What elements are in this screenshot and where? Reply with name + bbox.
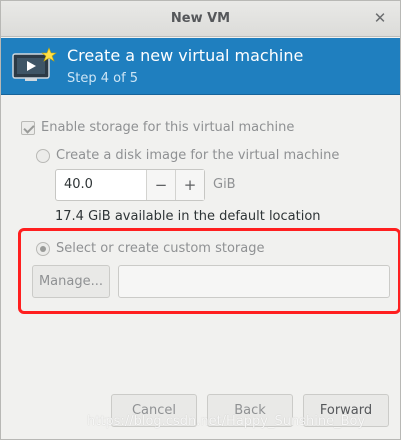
unit-label: GiB <box>213 177 236 192</box>
storage-path-input[interactable] <box>118 265 390 298</box>
vm-monitor-icon <box>12 47 57 81</box>
enable-storage-label: Enable storage for this virtual machine <box>41 120 295 135</box>
available-space-text: 17.4 GiB available in the default locati… <box>55 209 321 224</box>
cancel-button[interactable]: Cancel <box>111 394 197 427</box>
back-button[interactable]: Back <box>207 394 293 427</box>
close-icon[interactable]: ✕ <box>372 10 388 26</box>
titlebar: New VM ✕ <box>1 1 400 37</box>
custom-storage-row[interactable]: Select or create custom storage <box>36 241 264 256</box>
decrement-button[interactable]: − <box>146 170 175 200</box>
enable-storage-checkbox[interactable] <box>21 120 35 135</box>
wizard-header: Create a new virtual machine Step 4 of 5 <box>1 38 400 95</box>
header-title: Create a new virtual machine <box>67 46 304 65</box>
manage-button[interactable]: Manage... <box>32 265 110 298</box>
disk-size-input[interactable]: 40.0 <box>56 170 146 200</box>
custom-storage-label: Select or create custom storage <box>56 241 265 256</box>
enable-storage-row[interactable]: Enable storage for this virtual machine <box>21 120 294 135</box>
increment-button[interactable]: + <box>175 170 204 200</box>
window-title: New VM <box>170 11 231 26</box>
disk-image-radio[interactable] <box>36 148 50 163</box>
new-vm-dialog: New VM ✕ Create a new virtual machine St… <box>0 0 401 440</box>
custom-storage-radio[interactable] <box>36 241 50 256</box>
disk-image-label: Create a disk image for the virtual mach… <box>56 148 340 163</box>
disk-size-spinner[interactable]: 40.0 − + <box>55 169 205 201</box>
forward-button[interactable]: Forward <box>303 394 389 427</box>
disk-image-row[interactable]: Create a disk image for the virtual mach… <box>36 148 339 163</box>
step-indicator: Step 4 of 5 <box>67 71 139 86</box>
